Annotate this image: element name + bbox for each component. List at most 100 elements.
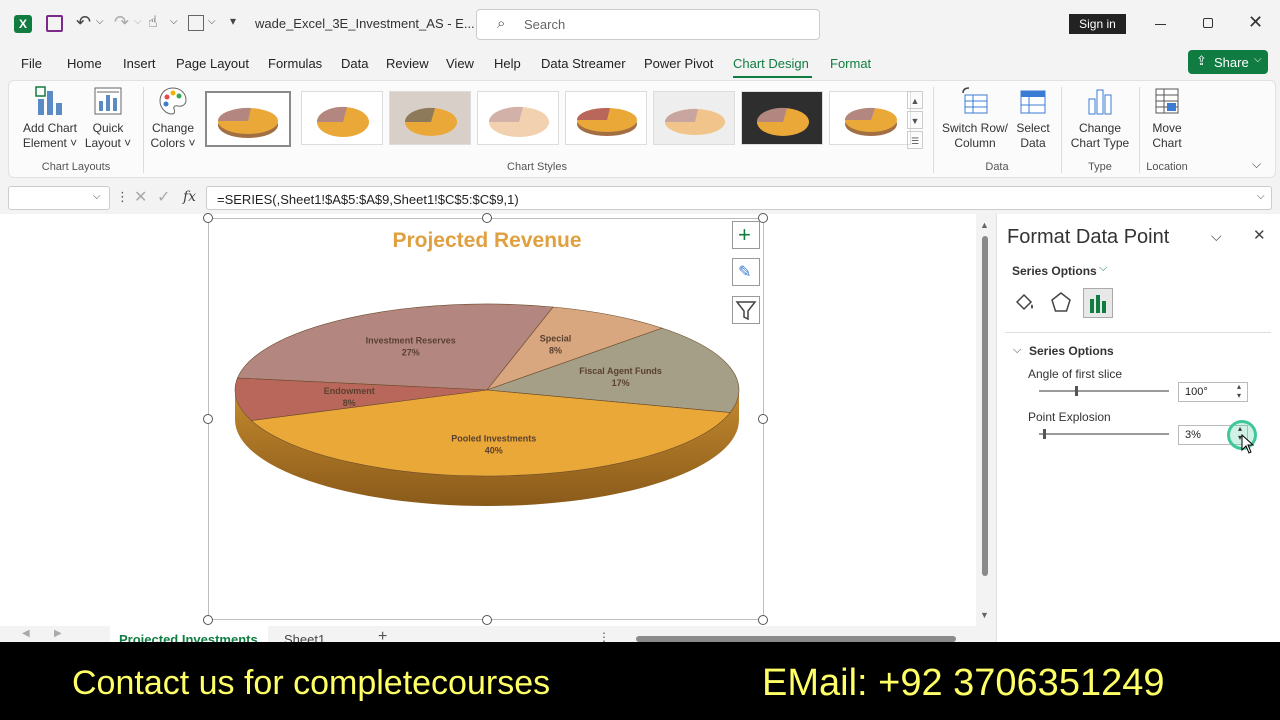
fill-line-icon[interactable] xyxy=(1013,290,1037,314)
restore-icon[interactable] xyxy=(1203,18,1213,28)
minimize-icon[interactable] xyxy=(1155,24,1166,25)
chevron-down-icon[interactable]: ⌵ xyxy=(208,16,216,27)
chevron-down-icon[interactable]: ⌵ xyxy=(1099,262,1107,275)
collapse-section-icon[interactable]: ⌵ xyxy=(1013,344,1021,357)
chevron-down-icon[interactable]: ⌵ xyxy=(170,16,178,27)
chart-title[interactable]: Projected Revenue xyxy=(209,229,765,253)
gallery-scroll-up-icon[interactable]: ▲ xyxy=(907,91,923,109)
chart-elements-button[interactable]: + xyxy=(732,221,760,249)
chart-styles-button[interactable]: ✎ xyxy=(732,258,760,286)
add-chart-element-button[interactable]: Add Chart Element ˅ xyxy=(19,85,81,151)
tab-insert[interactable]: Insert xyxy=(123,56,156,71)
pie-slice[interactable] xyxy=(486,327,740,413)
selection-handle[interactable] xyxy=(482,615,492,625)
angle-input[interactable]: 100° ▴ ▾ xyxy=(1178,382,1248,402)
expand-formula-icon[interactable]: ⌵ xyxy=(1257,191,1265,202)
selection-handle[interactable] xyxy=(203,213,213,223)
sheet-tab-projected-investments[interactable]: Projected Investments xyxy=(110,626,268,642)
tab-formulas[interactable]: Formulas xyxy=(268,56,322,71)
pie-slice[interactable] xyxy=(237,303,554,391)
chart-style-thumbnail-1[interactable] xyxy=(205,91,291,147)
next-sheet-icon[interactable]: ▶ xyxy=(54,628,62,639)
chevron-down-icon[interactable]: ⌵ xyxy=(134,16,142,27)
form-icon[interactable] xyxy=(188,15,204,31)
angle-slider[interactable] xyxy=(1039,390,1169,392)
explosion-slider-thumb[interactable] xyxy=(1042,429,1046,439)
pane-divider xyxy=(1005,332,1271,333)
tab-data-streamer[interactable]: Data Streamer xyxy=(541,56,626,71)
pie-slice[interactable] xyxy=(486,306,663,391)
pie-slice[interactable] xyxy=(234,377,488,421)
change-colors-button[interactable]: Change Colors ˅ xyxy=(147,85,199,151)
spin-up-icon[interactable]: ▴ xyxy=(1238,424,1242,433)
chart-style-thumbnail-3[interactable] xyxy=(389,91,471,145)
quick-layout-button[interactable]: Quick Layout ˅ xyxy=(83,85,133,151)
selection-handle[interactable] xyxy=(758,615,768,625)
scroll-thumb[interactable] xyxy=(982,236,988,576)
enter-icon[interactable]: ✓ xyxy=(157,187,170,207)
scroll-up-icon[interactable]: ▲ xyxy=(980,220,989,230)
chart-style-thumbnail-4[interactable] xyxy=(477,91,559,145)
tab-view[interactable]: View xyxy=(446,56,474,71)
series-options-icon[interactable] xyxy=(1083,288,1113,318)
scroll-down-icon[interactable]: ▼ xyxy=(980,610,989,620)
share-button[interactable]: ⇪ Share ⌵ xyxy=(1188,50,1268,74)
spin-up-icon[interactable]: ▴ xyxy=(1237,382,1241,391)
name-box[interactable]: ⌵ xyxy=(8,186,110,210)
effects-icon[interactable] xyxy=(1049,290,1073,314)
tab-power-pivot[interactable]: Power Pivot xyxy=(644,56,713,71)
chart-filters-button[interactable] xyxy=(732,296,760,324)
close-pane-icon[interactable]: ✕ xyxy=(1253,226,1266,244)
selection-handle[interactable] xyxy=(203,615,213,625)
cancel-icon[interactable]: ✕ xyxy=(134,187,147,207)
pie-slice[interactable] xyxy=(250,389,731,477)
pane-options-icon[interactable]: ⌵ xyxy=(1211,228,1222,245)
customize-toolbar-icon[interactable]: ▾ xyxy=(230,14,236,28)
tab-page-layout[interactable]: Page Layout xyxy=(176,56,249,71)
selection-handle[interactable] xyxy=(203,414,213,424)
chart-style-thumbnail-2[interactable] xyxy=(301,91,383,145)
move-chart-button[interactable]: Move Chart xyxy=(1143,85,1191,151)
save-icon[interactable] xyxy=(46,15,63,32)
chart-style-thumbnail-7[interactable] xyxy=(741,91,823,145)
tab-help[interactable]: Help xyxy=(494,56,521,71)
tab-chart-design[interactable]: Chart Design xyxy=(733,56,809,71)
sign-in-button[interactable]: Sign in xyxy=(1069,14,1126,34)
undo-icon[interactable]: ↶ xyxy=(76,12,91,33)
change-chart-type-button[interactable]: Change Chart Type xyxy=(1065,85,1135,151)
select-data-button[interactable]: Select Data xyxy=(1011,85,1055,151)
selection-handle[interactable] xyxy=(482,213,492,223)
tab-file[interactable]: File xyxy=(21,56,42,71)
selection-handle[interactable] xyxy=(758,414,768,424)
angle-slider-thumb[interactable] xyxy=(1075,386,1079,396)
explosion-label: Point Explosion xyxy=(1028,410,1111,424)
vertical-scrollbar[interactable]: ▲ ▼ xyxy=(976,214,994,626)
more-options-icon[interactable]: ⋮ xyxy=(116,189,129,205)
touch-mode-icon[interactable]: ☝ xyxy=(148,12,158,32)
section-title[interactable]: Series Options xyxy=(1029,344,1114,358)
formula-input[interactable]: =SERIES(,Sheet1!$A$5:$A$9,Sheet1!$C$5:$C… xyxy=(206,186,1272,210)
insert-function-icon[interactable]: fx xyxy=(183,189,196,205)
chart-style-thumbnail-8[interactable] xyxy=(829,91,911,145)
chart-area[interactable]: Projected Revenue Investment Reserves 27%… xyxy=(203,213,768,625)
collapse-ribbon-icon[interactable]: ⌵ xyxy=(1252,157,1261,172)
series-options-menu[interactable]: Series Options xyxy=(1012,264,1097,278)
tab-format[interactable]: Format xyxy=(830,56,871,71)
chevron-down-icon[interactable]: ⌵ xyxy=(96,16,104,27)
spin-down-icon[interactable]: ▾ xyxy=(1237,391,1241,400)
switch-row-column-button[interactable]: Switch Row/ Column xyxy=(939,85,1011,151)
chart-style-thumbnail-5[interactable] xyxy=(565,91,647,145)
explosion-slider[interactable] xyxy=(1039,433,1169,435)
close-icon[interactable]: ✕ xyxy=(1248,12,1263,33)
search-box[interactable]: ⌕ Search xyxy=(476,9,820,40)
prev-sheet-icon[interactable]: ◀ xyxy=(22,628,30,639)
gallery-more-icon[interactable]: ☰ xyxy=(907,131,923,149)
sheet-tab-sheet1[interactable]: Sheet1 xyxy=(272,626,338,642)
tab-review[interactable]: Review xyxy=(386,56,429,71)
pie-chart[interactable]: Investment Reserves 27% Special 8% Fiscal Ag… xyxy=(209,219,765,621)
tab-home[interactable]: Home xyxy=(67,56,102,71)
tab-data[interactable]: Data xyxy=(341,56,368,71)
chart-style-thumbnail-6[interactable] xyxy=(653,91,735,145)
gallery-scroll-down-icon[interactable]: ▼ xyxy=(907,111,923,129)
redo-icon[interactable]: ↷ xyxy=(114,12,129,33)
